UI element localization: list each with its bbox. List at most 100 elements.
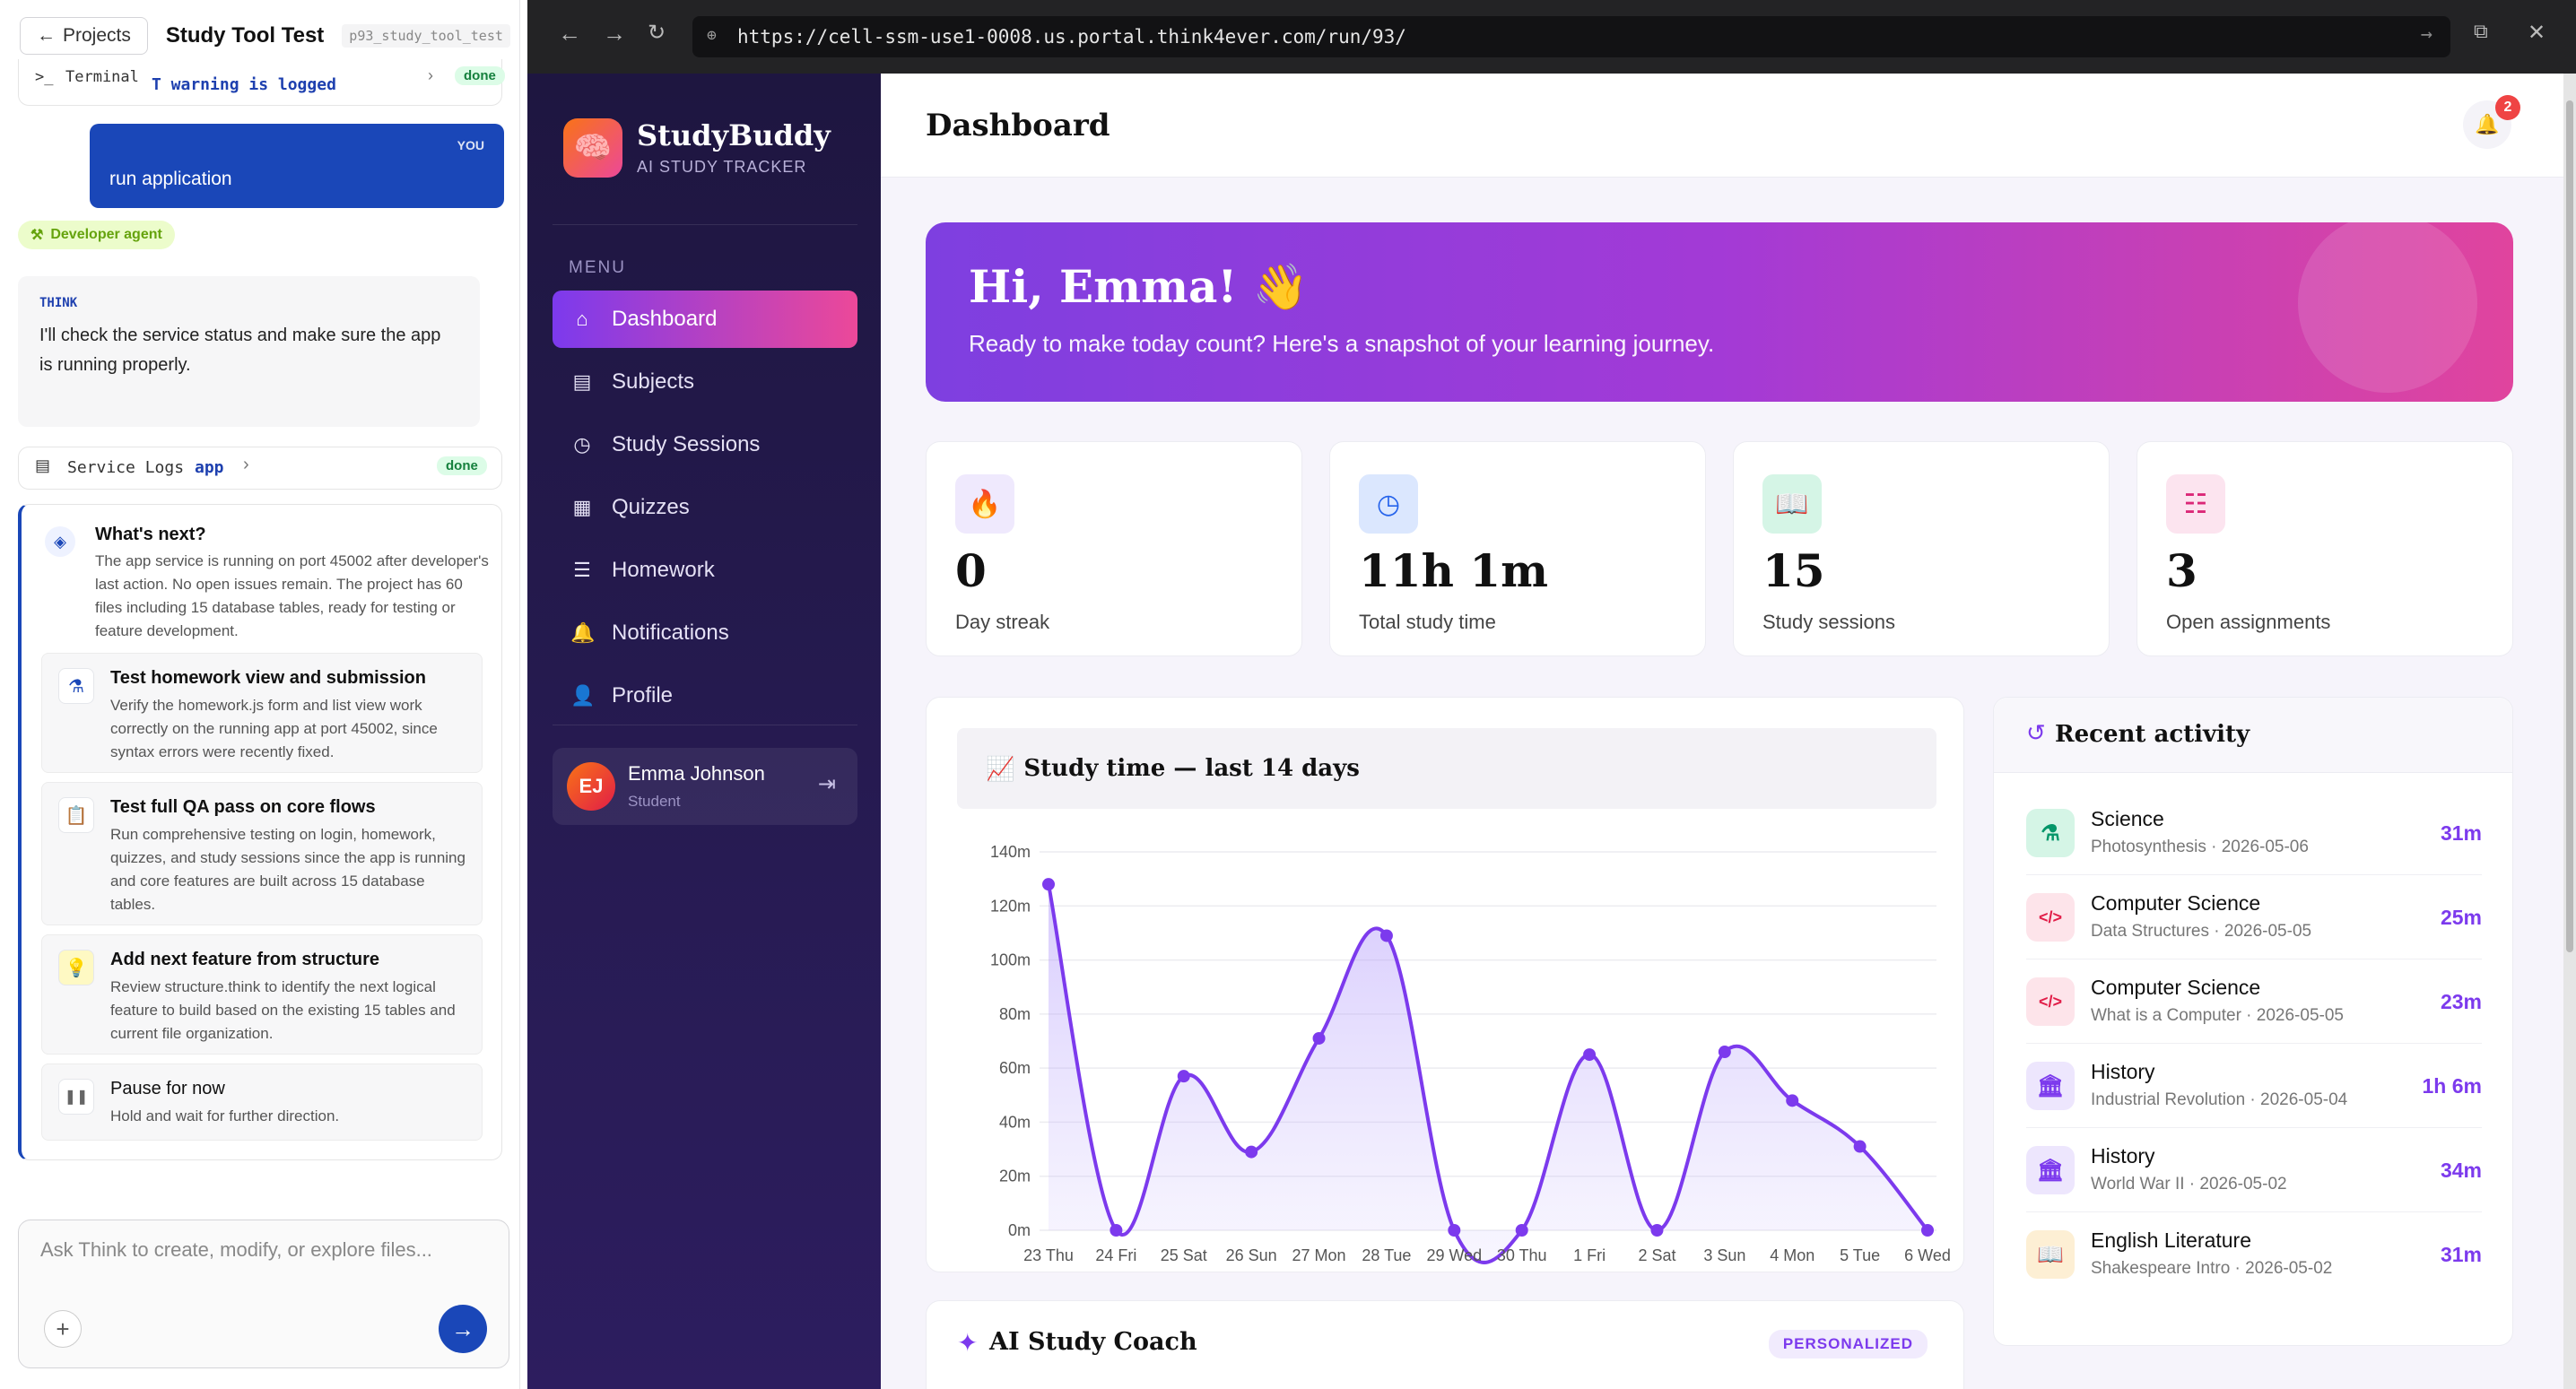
- stat-card-streak: 🔥 0 Day streak: [926, 441, 1302, 656]
- logs-icon: ▤: [35, 456, 51, 474]
- checklist-icon: ☷: [2166, 474, 2225, 534]
- stat-value: 11h 1m: [1359, 544, 1549, 597]
- developer-agent-badge: ⚒ Developer agent: [18, 221, 175, 249]
- projects-button[interactable]: ← Projects: [20, 17, 148, 55]
- whats-next-title: What's next?: [95, 525, 206, 544]
- clipboard-icon: 📋: [58, 797, 94, 833]
- back-icon[interactable]: ←: [558, 20, 581, 48]
- activity-row[interactable]: 🏛 History Industrial Revolution · 2026-0…: [2026, 1044, 2482, 1128]
- book-icon: ▤: [572, 370, 592, 393]
- history-icon: ↺: [2026, 719, 2046, 746]
- next-item-desc: Review structure.think to identify the n…: [110, 978, 456, 1042]
- chat-input-box[interactable]: Ask Think to create, modify, or explore …: [18, 1220, 509, 1368]
- data-point: [1110, 1224, 1123, 1237]
- think-text: I'll check the service status and make s…: [39, 326, 441, 375]
- data-point: [1448, 1224, 1461, 1237]
- main-header: Dashboard 🔔 2: [881, 74, 2576, 178]
- y-tick-label: 140m: [990, 843, 1031, 861]
- add-attachment-button[interactable]: +: [44, 1310, 82, 1348]
- data-point: [1515, 1224, 1528, 1237]
- chat-input[interactable]: Ask Think to create, modify, or explore …: [40, 1238, 432, 1262]
- logout-icon[interactable]: ⇥: [818, 771, 836, 797]
- chevron-right-icon: ›: [243, 455, 249, 474]
- next-item[interactable]: 💡 Add next feature from structure Review…: [41, 934, 483, 1055]
- activity-detail: Industrial Revolution · 2026-05-04: [2091, 1090, 2348, 1109]
- y-tick-label: 100m: [990, 951, 1031, 969]
- activity-subject: History: [2091, 1060, 2155, 1083]
- close-icon[interactable]: ✕: [2528, 20, 2546, 46]
- x-tick-label: 4 Mon: [1770, 1246, 1815, 1264]
- next-item[interactable]: ⚗ Test homework view and submission Veri…: [41, 653, 483, 773]
- y-tick-label: 0m: [1008, 1221, 1031, 1239]
- stat-value: 15: [1762, 544, 1825, 597]
- menu-label: MENU: [569, 258, 626, 277]
- nav-profile[interactable]: 👤 Profile: [553, 667, 857, 725]
- next-item-title: Pause for now: [110, 1079, 225, 1098]
- welcome-banner: Hi, Emma! 👋 Ready to make today count? H…: [926, 222, 2513, 402]
- nav-quizzes[interactable]: ▦ Quizzes: [553, 479, 857, 536]
- open-external-icon[interactable]: ⧉: [2474, 20, 2488, 43]
- think-block: THINK I'll check the service status and …: [18, 276, 480, 427]
- logs-label: Service Logs: [67, 458, 185, 477]
- terminal-card[interactable]: >_ Terminal T warning is logged › done: [18, 59, 505, 106]
- data-point: [1650, 1224, 1664, 1237]
- activity-duration: 34m: [2440, 1159, 2482, 1182]
- you-tag: YOU: [457, 138, 484, 152]
- activity-subject: History: [2091, 1144, 2155, 1168]
- list-icon: ☰: [573, 559, 591, 581]
- activity-detail: World War II · 2026-05-02: [2091, 1175, 2287, 1194]
- next-item-desc: Hold and wait for further direction.: [110, 1107, 340, 1124]
- next-item[interactable]: ❚❚ Pause for now Hold and wait for furth…: [41, 1063, 483, 1141]
- nav-label: Study Sessions: [612, 432, 761, 456]
- go-icon[interactable]: →: [2421, 23, 2432, 46]
- activity-row[interactable]: ⚗ Science Photosynthesis · 2026-05-06 31…: [2026, 791, 2482, 875]
- agent-badge-label: Developer agent: [50, 227, 162, 242]
- nav-label: Notifications: [612, 621, 729, 645]
- scrollbar-thumb[interactable]: [2566, 100, 2573, 952]
- coach-title: AI Study Coach: [989, 1328, 1197, 1356]
- book-open-icon: 📖: [1762, 474, 1822, 534]
- activity-row[interactable]: </> Computer Science Data Structures · 2…: [2026, 875, 2482, 959]
- code-icon: </>: [2026, 893, 2075, 942]
- site-info-icon: ⊕: [707, 26, 717, 45]
- data-point: [1786, 1094, 1799, 1107]
- x-tick-label: 2 Sat: [1638, 1246, 1675, 1264]
- stat-label: Study sessions: [1762, 611, 1895, 633]
- x-tick-label: 3 Sun: [1703, 1246, 1745, 1264]
- stat-card-assignments: ☷ 3 Open assignments: [2137, 441, 2513, 656]
- service-logs-card[interactable]: ▤ Service Logs app › done: [18, 447, 502, 490]
- nav-label: Homework: [612, 558, 715, 582]
- nav-dashboard[interactable]: ⌂ Dashboard: [553, 291, 857, 348]
- nav-study-sessions[interactable]: ◷ Study Sessions: [553, 416, 857, 473]
- user-message-text: run application: [109, 169, 232, 189]
- study-time-chart-card: 📈 Study time — last 14 days 0m 20m 40m 60m 8…: [926, 697, 1964, 1272]
- terminal-text: T warning is logged: [152, 75, 336, 94]
- brand-subtitle: AI STUDY TRACKER: [637, 158, 807, 176]
- arrow-left-icon: ←: [37, 25, 56, 46]
- nav-subjects[interactable]: ▤ Subjects: [553, 353, 857, 411]
- hero-subtitle: Ready to make today count? Here's a snap…: [969, 330, 1715, 357]
- recent-activity-card: ↺ Recent activity ⚗ Science Photosynthes…: [1993, 697, 2513, 1346]
- bell-icon: 🔔: [2475, 113, 2500, 135]
- x-tick-label: 27 Mon: [1292, 1246, 1346, 1264]
- activity-row[interactable]: 🏛 History World War II · 2026-05-02 34m: [2026, 1128, 2482, 1212]
- forward-icon[interactable]: →: [603, 20, 626, 48]
- x-tick-label: 23 Thu: [1023, 1246, 1074, 1264]
- stat-label: Open assignments: [2166, 611, 2331, 633]
- lightbulb-icon: 💡: [58, 950, 94, 985]
- activity-duration: 31m: [2440, 821, 2482, 845]
- clock-icon: ◷: [1359, 474, 1418, 534]
- activity-row[interactable]: </> Computer Science What is a Computer …: [2026, 959, 2482, 1044]
- next-item[interactable]: 📋 Test full QA pass on core flows Run co…: [41, 782, 483, 925]
- nav-homework[interactable]: ☰ Homework: [553, 542, 857, 599]
- x-tick-label: 28 Tue: [1362, 1246, 1411, 1264]
- activity-detail: Photosynthesis · 2026-05-06: [2091, 838, 2309, 856]
- send-button[interactable]: →: [439, 1305, 487, 1353]
- scrollbar[interactable]: [2563, 74, 2576, 1389]
- reload-icon[interactable]: ↻: [648, 20, 666, 46]
- flask-icon: ⚗: [58, 668, 94, 704]
- nav-notifications[interactable]: 🔔 Notifications: [553, 604, 857, 662]
- activity-row[interactable]: 📖 English Literature Shakespeare Intro ·…: [2026, 1212, 2482, 1297]
- app-sidebar: 🧠 StudyBuddy AI STUDY TRACKER MENU ⌂ Dash…: [527, 74, 881, 1389]
- url-bar[interactable]: ⊕ https://cell-ssm-use1-0008.us.portal.t…: [692, 16, 2450, 57]
